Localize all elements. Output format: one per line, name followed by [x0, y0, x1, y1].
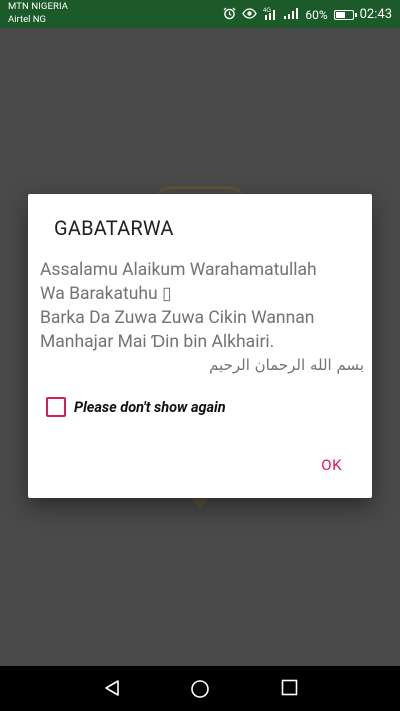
- message-line-3: Barka Da Zuwa Zuwa Cikin Wannan: [40, 308, 315, 328]
- status-bar: MTN NIGERIA Airtel NG 4G 60% 02:43: [0, 0, 400, 28]
- network-4g-icon: 4G: [263, 6, 277, 23]
- carrier-name-1: MTN NIGERIA: [8, 1, 69, 12]
- message-line-4: Manhajar Mai Ɗin bin Alkhairi.: [40, 332, 275, 352]
- navigation-bar: [0, 666, 400, 711]
- status-icons: 4G 60% 02:43: [223, 6, 392, 23]
- dont-show-again-row[interactable]: Please don't show again: [46, 397, 226, 417]
- alarm-icon: [223, 7, 236, 23]
- back-icon[interactable]: [103, 679, 121, 701]
- dont-show-again-label[interactable]: Please don't show again: [74, 399, 226, 416]
- home-icon[interactable]: [190, 679, 210, 703]
- dialog-title: GABATARWA: [54, 216, 174, 240]
- battery-icon: [333, 9, 357, 20]
- ok-button[interactable]: OK: [321, 456, 342, 474]
- battery-level: [335, 11, 345, 18]
- message-arabic: بسم الله الرحمان الرحيم: [209, 356, 364, 374]
- message-line-2: Wa Barakatuhu ▯: [40, 284, 172, 304]
- message-line-1: Assalamu Alaikum Warahamatullah: [40, 260, 317, 280]
- clock-time: 02:43: [359, 7, 392, 22]
- recent-apps-icon[interactable]: [281, 679, 298, 700]
- eye-icon: [242, 7, 258, 22]
- alert-dialog: GABATARWA Assalamu Alaikum Warahamatulla…: [28, 194, 372, 498]
- battery-percent: 60%: [305, 7, 328, 22]
- dont-show-again-checkbox[interactable]: [46, 397, 66, 417]
- signal-icon: [283, 7, 299, 22]
- dialog-message: Assalamu Alaikum Warahamatullah Wa Barak…: [40, 258, 364, 376]
- carrier-name-2: Airtel NG: [8, 14, 47, 25]
